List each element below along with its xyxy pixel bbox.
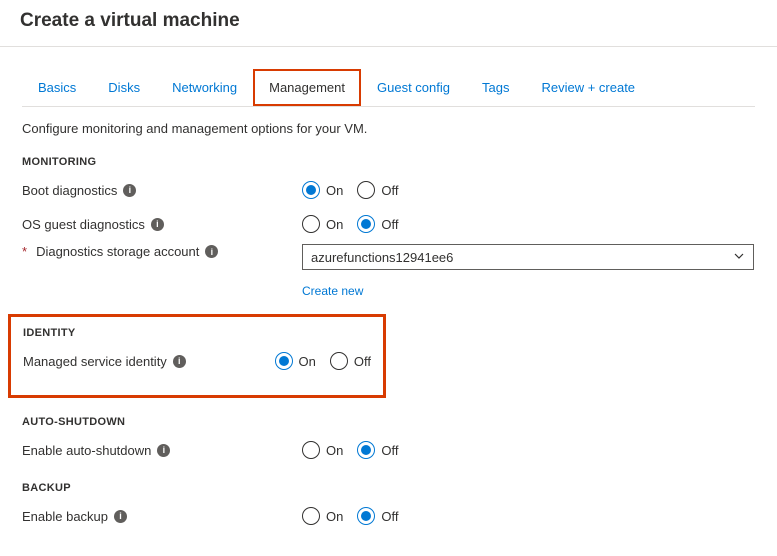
tab-review-create[interactable]: Review + create (525, 69, 651, 106)
backup-radio-group: On Off (302, 507, 398, 525)
radio-label-off: Off (381, 509, 398, 524)
radio-label-on: On (326, 217, 343, 232)
radio-label-on: On (299, 354, 316, 369)
msi-off[interactable]: Off (330, 352, 371, 370)
boot-diagnostics-on[interactable]: On (302, 181, 343, 199)
backup-off[interactable]: Off (357, 507, 398, 525)
radio-label-off: Off (381, 183, 398, 198)
tab-basics[interactable]: Basics (22, 69, 92, 106)
os-guest-diagnostics-on[interactable]: On (302, 215, 343, 233)
autoshutdown-on[interactable]: On (302, 441, 343, 459)
section-heading-monitoring: MONITORING (22, 156, 755, 168)
info-icon[interactable]: i (123, 184, 136, 197)
section-heading-backup: BACKUP (22, 482, 755, 494)
os-guest-diagnostics-radio-group: On Off (302, 215, 398, 233)
select-value: azurefunctions12941ee6 (311, 250, 453, 265)
tab-description: Configure monitoring and management opti… (22, 121, 755, 136)
boot-diagnostics-off[interactable]: Off (357, 181, 398, 199)
label-os-guest-diagnostics: OS guest diagnostics (22, 217, 145, 232)
section-heading-identity: IDENTITY (23, 327, 371, 339)
diagnostics-storage-account-select[interactable]: azurefunctions12941ee6 (302, 244, 754, 270)
msi-on[interactable]: On (275, 352, 316, 370)
radio-label-on: On (326, 509, 343, 524)
backup-on[interactable]: On (302, 507, 343, 525)
radio-label-off: Off (354, 354, 371, 369)
os-guest-diagnostics-off[interactable]: Off (357, 215, 398, 233)
info-icon[interactable]: i (205, 245, 218, 258)
autoshutdown-radio-group: On Off (302, 441, 398, 459)
info-icon[interactable]: i (114, 510, 127, 523)
tab-management[interactable]: Management (253, 69, 361, 106)
section-heading-autoshutdown: AUTO-SHUTDOWN (22, 416, 755, 428)
label-boot-diagnostics: Boot diagnostics (22, 183, 117, 198)
info-icon[interactable]: i (157, 444, 170, 457)
radio-label-on: On (326, 443, 343, 458)
radio-label-off: Off (381, 217, 398, 232)
label-enable-backup: Enable backup (22, 509, 108, 524)
create-new-link[interactable]: Create new (302, 284, 363, 298)
msi-radio-group: On Off (275, 352, 371, 370)
identity-highlight: IDENTITY Managed service identity i On O… (8, 314, 386, 398)
autoshutdown-off[interactable]: Off (357, 441, 398, 459)
label-managed-service-identity: Managed service identity (23, 354, 167, 369)
info-icon[interactable]: i (173, 355, 186, 368)
tab-disks[interactable]: Disks (92, 69, 156, 106)
radio-label-off: Off (381, 443, 398, 458)
label-enable-autoshutdown: Enable auto-shutdown (22, 443, 151, 458)
boot-diagnostics-radio-group: On Off (302, 181, 398, 199)
tab-networking[interactable]: Networking (156, 69, 253, 106)
page-title: Create a virtual machine (0, 0, 777, 47)
radio-label-on: On (326, 183, 343, 198)
label-diagnostics-storage-account: Diagnostics storage account (36, 244, 199, 259)
required-indicator: * (22, 244, 27, 259)
chevron-down-icon (733, 250, 745, 265)
info-icon[interactable]: i (151, 218, 164, 231)
tab-guest-config[interactable]: Guest config (361, 69, 466, 106)
tab-tags[interactable]: Tags (466, 69, 525, 106)
tab-bar: Basics Disks Networking Management Guest… (22, 69, 755, 107)
